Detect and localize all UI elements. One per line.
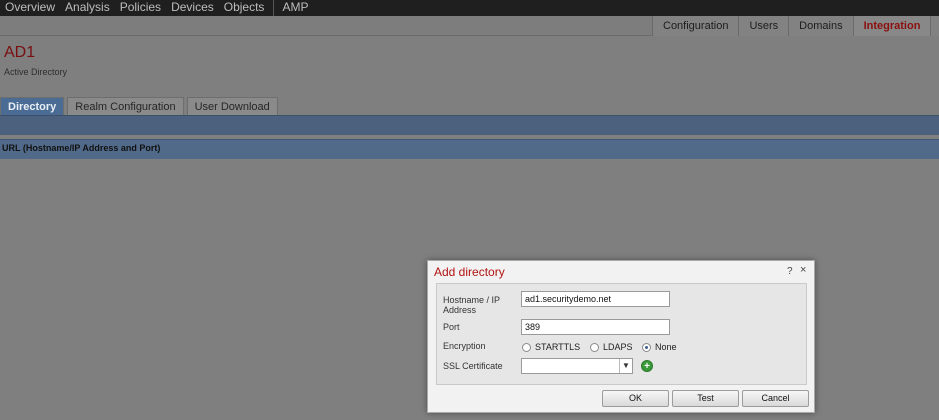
encryption-ldaps-radio[interactable] xyxy=(590,343,599,352)
help-icon[interactable]: ? xyxy=(787,266,793,277)
encryption-none-radio[interactable] xyxy=(642,343,651,352)
nav-amp[interactable]: AMP xyxy=(277,0,313,16)
hostname-label-line2: Address xyxy=(443,305,477,315)
ssl-certificate-label: SSL Certificate xyxy=(443,361,503,371)
encryption-starttls-label: STARTTLS xyxy=(535,342,581,352)
hostname-input[interactable]: ad1.securitydemo.net xyxy=(521,291,670,307)
section-header-label: URL (Hostname/IP Address and Port) xyxy=(2,143,161,153)
test-button[interactable]: Test xyxy=(672,390,739,407)
encryption-none-label: None xyxy=(655,342,677,352)
cancel-button[interactable]: Cancel xyxy=(742,390,809,407)
sub-navigation: Configuration Users Domains Integration … xyxy=(0,16,939,36)
nav-devices[interactable]: Devices xyxy=(166,0,219,16)
nav-policies[interactable]: Policies xyxy=(115,0,166,16)
tab-u-truncated[interactable]: U xyxy=(930,16,939,36)
port-label: Port xyxy=(443,322,460,332)
port-input[interactable]: 389 xyxy=(521,319,670,335)
dialog-title: Add directory xyxy=(434,265,505,279)
tab-configuration[interactable]: Configuration xyxy=(652,16,739,36)
chevron-down-icon[interactable]: ▼ xyxy=(619,359,632,373)
ok-button[interactable]: OK xyxy=(602,390,669,407)
tab-directory[interactable]: Directory xyxy=(0,97,65,115)
dialog-form: Hostname / IP Address ad1.securitydemo.n… xyxy=(436,283,807,385)
section-header: URL (Hostname/IP Address and Port) xyxy=(0,139,939,159)
tab-users[interactable]: Users xyxy=(738,16,789,36)
page-tabs: Directory Realm Configuration User Downl… xyxy=(0,97,281,115)
encryption-starttls-radio[interactable] xyxy=(522,343,531,352)
tab-integration[interactable]: Integration xyxy=(852,16,931,36)
tab-user-download[interactable]: User Download xyxy=(186,97,278,115)
encryption-ldaps-label: LDAPS xyxy=(603,342,633,352)
nav-objects[interactable]: Objects xyxy=(219,0,270,16)
plus-circle-icon[interactable]: + xyxy=(641,360,653,372)
nav-analysis[interactable]: Analysis xyxy=(60,0,115,16)
tab-realm-configuration[interactable]: Realm Configuration xyxy=(67,97,184,115)
close-icon[interactable]: × xyxy=(800,264,806,276)
page-title: AD1 xyxy=(4,44,36,61)
top-navigation: Overview Analysis Policies Devices Objec… xyxy=(0,0,939,16)
ssl-certificate-select[interactable]: ▼ xyxy=(521,358,633,374)
add-directory-dialog: Add directory ? × Hostname / IP Address … xyxy=(427,260,815,413)
hostname-label: Hostname / IP xyxy=(443,295,501,305)
page-subtitle: Active Directory xyxy=(4,67,68,77)
toolbar-bar xyxy=(0,115,939,135)
nav-divider xyxy=(273,0,275,16)
encryption-label: Encryption xyxy=(443,341,486,351)
tab-domains[interactable]: Domains xyxy=(788,16,853,36)
nav-overview[interactable]: Overview xyxy=(0,0,60,16)
